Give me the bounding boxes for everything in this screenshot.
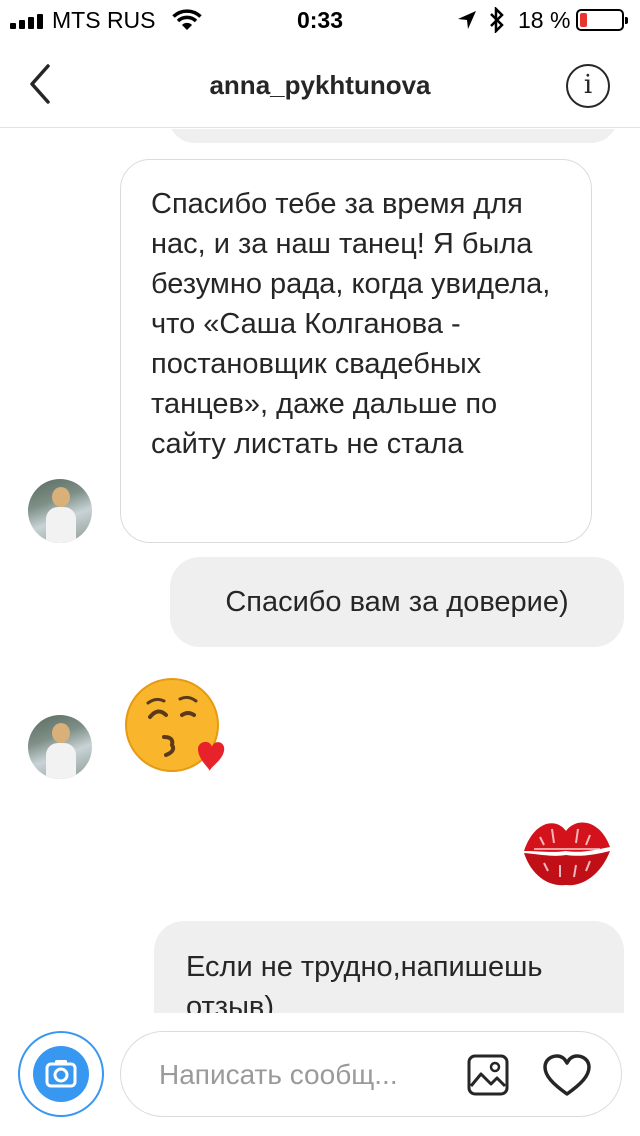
incoming-message: Спасибо тебе за время для нас, и за наш … bbox=[120, 159, 592, 543]
avatar[interactable] bbox=[28, 715, 92, 779]
battery-percent: 18 % bbox=[518, 7, 571, 33]
outgoing-message: Спасибо вам за доверие) bbox=[170, 557, 624, 647]
battery-icon bbox=[576, 9, 628, 31]
bluetooth-icon bbox=[490, 7, 504, 33]
message-composer: Написать сообщ... bbox=[0, 1013, 640, 1136]
previous-message-bubble bbox=[168, 129, 618, 143]
image-icon[interactable] bbox=[467, 1054, 509, 1096]
battery-level bbox=[580, 13, 587, 27]
kiss-mark-icon bbox=[524, 822, 610, 886]
chat-header: anna_pykhtunova i bbox=[0, 40, 640, 128]
camera-icon bbox=[33, 1046, 89, 1102]
info-icon[interactable]: i bbox=[566, 64, 610, 108]
location-arrow-icon bbox=[458, 11, 476, 29]
camera-button[interactable] bbox=[18, 1031, 104, 1117]
outgoing-message: Если не трудно,напишешь отзыв) bbox=[154, 921, 624, 1013]
message-input-placeholder[interactable]: Написать сообщ... bbox=[159, 1059, 398, 1091]
message-input[interactable]: Написать сообщ... bbox=[120, 1031, 622, 1117]
message-thread[interactable]: Спасибо тебе за время для нас, и за наш … bbox=[0, 129, 640, 1013]
chat-title[interactable]: anna_pykhtunova bbox=[0, 70, 640, 101]
avatar[interactable] bbox=[28, 479, 92, 543]
status-bar: MTS RUS 0:33 18 % bbox=[0, 0, 640, 40]
heart-icon[interactable] bbox=[543, 1054, 591, 1096]
face-throwing-kiss-icon bbox=[125, 678, 225, 772]
